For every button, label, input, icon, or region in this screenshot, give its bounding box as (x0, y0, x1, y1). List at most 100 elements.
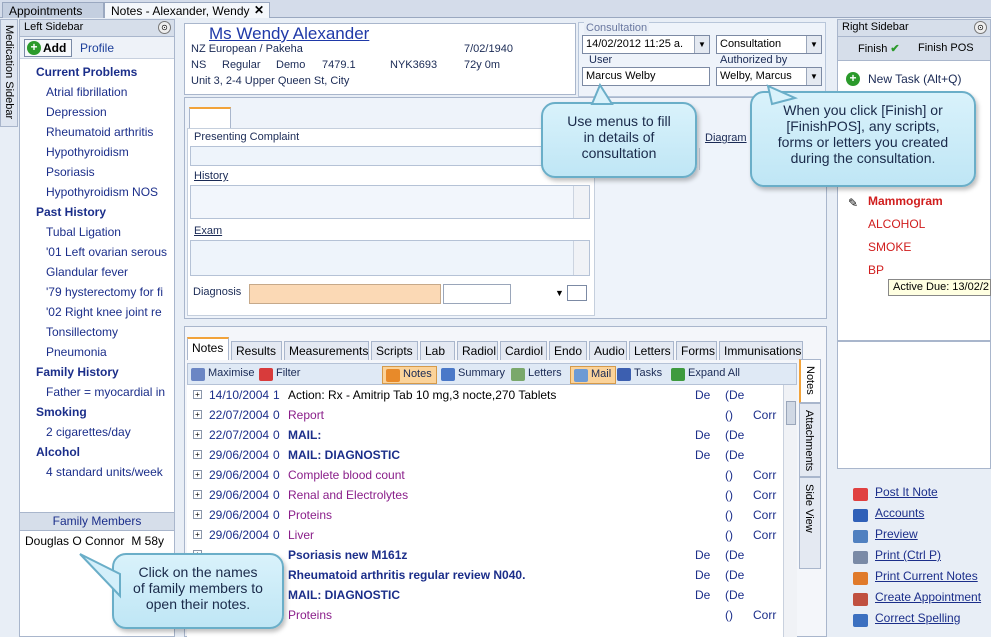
history-input[interactable] (190, 185, 590, 219)
summary-button[interactable]: Summary (438, 366, 509, 384)
finish-button[interactable]: Finish ✔ (858, 42, 900, 55)
sidebar-item[interactable]: '79 hysterectomy for fi (20, 282, 174, 302)
side-tab-side-view[interactable]: Side View (799, 477, 821, 569)
tab-measurements[interactable]: Measurements (284, 341, 369, 360)
sidebar-item[interactable]: Tubal Ligation (20, 222, 174, 242)
tab-lab[interactable]: Lab (420, 341, 455, 360)
chevron-down-icon[interactable]: ▼ (555, 288, 564, 298)
mail-button[interactable]: Mail (570, 366, 617, 384)
tab-immunisations[interactable]: Immunisations (719, 341, 803, 360)
sidebar-item[interactable]: '01 Left ovarian serous (20, 242, 174, 262)
history-label[interactable]: History (194, 170, 228, 182)
action-print-ctrl-p[interactable]: Print (Ctrl P) (853, 548, 941, 568)
tab-forms[interactable]: Forms (676, 341, 717, 360)
exam-label[interactable]: Exam (194, 225, 222, 237)
sidebar-item[interactable]: 4 standard units/week (20, 462, 174, 482)
pin-icon[interactable]: ⊙ (974, 21, 987, 34)
expand-all-button[interactable]: Expand All (668, 366, 744, 384)
add-button[interactable]: + Add (24, 39, 72, 57)
presenting-complaint-input[interactable] (190, 146, 590, 166)
tab-letters[interactable]: Letters (629, 341, 674, 360)
task-item[interactable]: SMOKE (868, 240, 911, 254)
form-tab[interactable] (189, 107, 231, 129)
sidebar-item[interactable]: Psoriasis (20, 162, 174, 182)
user-field[interactable]: Marcus Welby (582, 67, 710, 86)
sidebar-item[interactable]: Hypothyroidism NOS (20, 182, 174, 202)
expand-toggle-icon[interactable]: + (193, 490, 202, 499)
medication-sidebar-tab[interactable]: Medication Sidebar (0, 19, 18, 127)
exam-input[interactable] (190, 240, 590, 276)
chevron-down-icon[interactable]: ▼ (694, 36, 709, 53)
action-post-it-note[interactable]: Post It Note (853, 485, 938, 505)
scrollbar-thumb[interactable] (786, 401, 796, 425)
diagnosis-button[interactable] (567, 285, 587, 301)
action-create-appointment[interactable]: Create Appointment (853, 590, 981, 610)
table-row[interactable]: +14/10/2004 1 Action: Rx - Amitrip Tab 10 … (187, 385, 783, 405)
task-item[interactable]: BP (868, 263, 884, 277)
diagnosis-input[interactable] (249, 284, 441, 304)
table-row[interactable]: +22/07/2004 0 Report () Corr (187, 405, 783, 425)
tab-cardiol[interactable]: Cardiol (500, 341, 547, 360)
new-task-button[interactable]: + New Task (Alt+Q) (846, 72, 961, 86)
table-row[interactable]: +29/06/2004 0 Renal and Electrolytes () Corr (187, 485, 783, 505)
side-tab-notes[interactable]: Notes (799, 359, 821, 403)
history-scrollbar[interactable] (573, 186, 589, 218)
filter-button[interactable]: Filter (256, 366, 304, 384)
chevron-down-icon[interactable]: ▼ (806, 68, 821, 85)
task-item[interactable]: ALCOHOL (868, 217, 925, 231)
sidebar-item[interactable]: Hypothyroidism (20, 142, 174, 162)
family-member-row[interactable]: Douglas O Connor M 58y (20, 531, 174, 549)
action-print-current-notes[interactable]: Print Current Notes (853, 569, 978, 589)
action-accounts[interactable]: Accounts (853, 506, 924, 526)
sidebar-item[interactable]: Tonsillectomy (20, 322, 174, 342)
tab-notes[interactable]: Notes - Alexander, Wendy ✕ (104, 2, 270, 18)
tab-results[interactable]: Results (231, 341, 282, 360)
sidebar-item[interactable]: Glandular fever (20, 262, 174, 282)
consultation-type-select[interactable]: Consultation ▼ (716, 35, 822, 54)
sidebar-item[interactable]: Father = myocardial in (20, 382, 174, 402)
expand-toggle-icon[interactable]: + (193, 410, 202, 419)
sidebar-section-heading[interactable]: Alcohol (20, 442, 174, 462)
letters-button[interactable]: Letters (508, 366, 566, 384)
consultation-datetime-select[interactable]: 14/02/2012 11:25 a. ▼ (582, 35, 710, 54)
family-member-name[interactable]: Douglas O Connor (25, 534, 124, 548)
tab-radiol[interactable]: Radiol (457, 341, 498, 360)
sidebar-item[interactable]: Pneumonia (20, 342, 174, 362)
table-row[interactable]: +29/06/2004 0 Complete blood count () Corr (187, 465, 783, 485)
profile-link[interactable]: Profile (80, 41, 114, 55)
patient-name-link[interactable]: Ms Wendy Alexander (209, 24, 369, 44)
tab-notes[interactable]: Notes (187, 337, 229, 360)
sidebar-section-heading[interactable]: Family History (20, 362, 174, 382)
sidebar-item[interactable]: 2 cigarettes/day (20, 422, 174, 442)
table-row[interactable]: +29/06/2004 0 Liver () Corr (187, 525, 783, 545)
table-row[interactable]: +29/06/2004 0 MAIL: DIAGNOSTIC De (De (187, 445, 783, 465)
diagnosis-code-input[interactable] (443, 284, 511, 304)
chevron-down-icon[interactable]: ▼ (806, 36, 821, 53)
pin-icon[interactable]: ⊙ (158, 21, 171, 34)
expand-toggle-icon[interactable]: + (193, 390, 202, 399)
action-correct-spelling[interactable]: Correct Spelling (853, 611, 960, 631)
authorized-by-select[interactable]: Welby, Marcus ▼ (716, 67, 822, 86)
table-row[interactable]: +22/07/2004 0 MAIL: De (De (187, 425, 783, 445)
sidebar-item[interactable]: Depression (20, 102, 174, 122)
diagram-area[interactable] (699, 148, 749, 170)
sidebar-item[interactable]: Atrial fibrillation (20, 82, 174, 102)
notes-scrollbar[interactable] (783, 385, 797, 637)
finish-pos-button[interactable]: Finish POS (918, 42, 974, 54)
side-tab-attachments[interactable]: Attachments (799, 403, 821, 477)
exam-scrollbar[interactable] (573, 241, 589, 275)
sidebar-item[interactable]: Rheumatoid arthritis (20, 122, 174, 142)
tasks-button[interactable]: Tasks (614, 366, 666, 384)
expand-toggle-icon[interactable]: + (193, 470, 202, 479)
sidebar-section-heading[interactable]: Current Problems (20, 62, 174, 82)
sidebar-section-heading[interactable]: Smoking (20, 402, 174, 422)
sidebar-item[interactable]: '02 Right knee joint re (20, 302, 174, 322)
notes-filter-button[interactable]: Notes (382, 366, 437, 384)
expand-toggle-icon[interactable]: + (193, 450, 202, 459)
sidebar-section-heading[interactable]: Past History (20, 202, 174, 222)
tab-scripts[interactable]: Scripts (371, 341, 418, 360)
close-icon[interactable]: ✕ (254, 3, 264, 17)
action-preview[interactable]: Preview (853, 527, 918, 547)
expand-toggle-icon[interactable]: + (193, 430, 202, 439)
tab-audio[interactable]: Audio (589, 341, 627, 360)
